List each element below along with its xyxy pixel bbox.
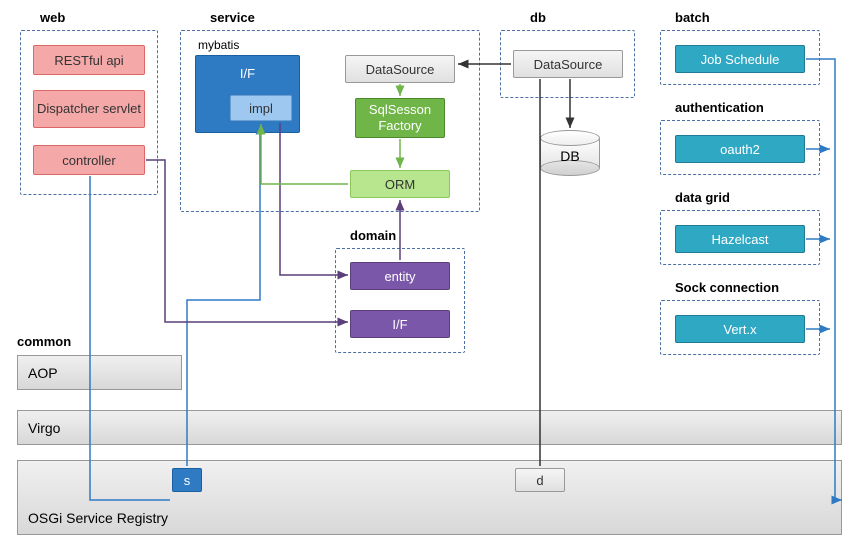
db-label: db [530,10,546,25]
common-label: common [17,334,71,349]
mybatis-label: mybatis [198,38,239,52]
virgo-bar: Virgo [17,410,842,445]
osgi-bar: OSGi Service Registry [17,460,842,535]
if-block: I/F [195,55,300,133]
db-datasource-block: DataSource [513,50,623,78]
domain-label: domain [350,228,396,243]
db-cylinder-label: DB [540,148,600,164]
oauth2-block: oauth2 [675,135,805,163]
hazelcast-block: Hazelcast [675,225,805,253]
sock-label: Sock connection [675,280,779,295]
authentication-label: authentication [675,100,764,115]
registry-s-block: s [172,468,202,492]
service-label: service [210,10,255,25]
dispatcher-servlet-block: Dispatcher servlet [33,90,145,128]
controller-block: controller [33,145,145,175]
registry-d-block: d [515,468,565,492]
aop-bar: AOP [17,355,182,390]
datagrid-label: data grid [675,190,730,205]
orm-block: ORM [350,170,450,198]
batch-label: batch [675,10,710,25]
domain-if-block: I/F [350,310,450,338]
service-datasource-block: DataSource [345,55,455,83]
web-label: web [40,10,65,25]
restful-api-block: RESTful api [33,45,145,75]
sqlsession-factory-block: SqlSesson Factory [355,98,445,138]
job-schedule-block: Job Schedule [675,45,805,73]
entity-block: entity [350,262,450,290]
vertx-block: Vert.x [675,315,805,343]
impl-block: impl [230,95,292,121]
